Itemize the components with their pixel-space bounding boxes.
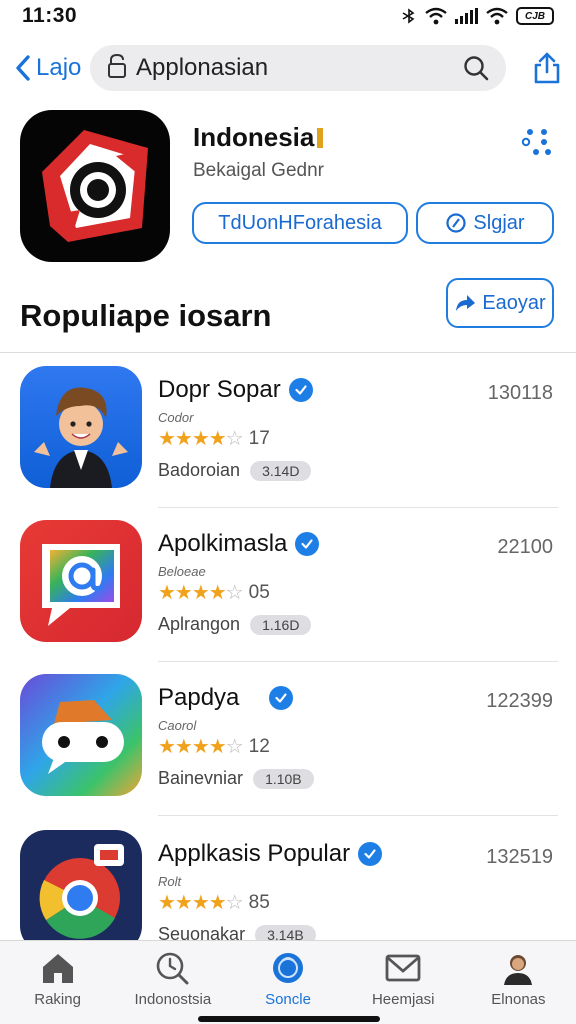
app-category-row: Badoroian 3.14D	[158, 460, 312, 481]
tab-raking[interactable]: Raking	[0, 941, 115, 1024]
app-subtitle: Bekaigal Gednr	[193, 160, 324, 181]
app-count: 132519	[486, 846, 553, 868]
app-rating: ★★★★☆ 85	[158, 890, 270, 915]
at-chat-app-icon	[20, 520, 142, 642]
tab-indonostsia[interactable]: Indonostsia	[115, 941, 230, 1024]
app-category: Badoroian	[158, 460, 241, 480]
primary-action-button[interactable]: TdUonHForahesia	[192, 202, 408, 244]
address-bar[interactable]: Applonasian	[90, 45, 506, 91]
star-rating-icon: ★★★★☆	[158, 428, 244, 450]
app-list-item[interactable]: Dopr Sopar 130118 Codor ★★★★☆ 17 Badoroi…	[0, 354, 576, 508]
app-list-item[interactable]: Apolkimasla 22100 Beloeae ★★★★☆ 05 Aplra…	[0, 508, 576, 662]
app-name: Dopr Sopar	[158, 376, 313, 404]
battery-icon: CJB	[516, 7, 554, 25]
app-name: Papdya	[158, 684, 294, 712]
verified-badge-icon	[269, 686, 294, 710]
robot-chat-app-icon	[20, 674, 142, 796]
section-action-label: Eaoyar	[482, 291, 546, 314]
back-button[interactable]: Lajo	[14, 54, 90, 82]
app-title: Indonesia	[193, 122, 324, 153]
size-badge: 1.16D	[250, 614, 312, 635]
status-icons: CJB	[401, 7, 554, 25]
nav-bar: Lajo Applonasian	[0, 44, 576, 92]
app-category-row: Aplrangon 1.16D	[158, 614, 312, 635]
tab-label: Soncle	[265, 991, 311, 1008]
row-divider	[158, 815, 558, 816]
mail-icon	[385, 954, 421, 982]
share-icon	[534, 52, 560, 84]
back-label: Lajo	[36, 54, 82, 81]
secondary-action-label: Slgjar	[473, 211, 525, 234]
signal-icon	[455, 8, 478, 24]
app-category-row: Bainevniar 1.10B	[158, 768, 314, 789]
secondary-action-button[interactable]: Slgjar	[416, 202, 554, 244]
globe-icon	[273, 953, 303, 983]
section-divider	[0, 352, 576, 353]
bluetooth-icon	[402, 8, 415, 24]
size-badge: 3.14D	[250, 460, 312, 481]
app-rating: ★★★★☆ 05	[158, 580, 270, 605]
size-badge: 1.10B	[253, 768, 314, 789]
rating-count: 85	[248, 891, 270, 913]
home-indicator	[198, 1016, 380, 1022]
app-rating: ★★★★☆ 12	[158, 734, 270, 759]
star-rating-icon: ★★★★☆	[158, 582, 244, 604]
forward-arrow-icon	[456, 295, 476, 311]
lock-icon	[106, 53, 128, 84]
search-icon[interactable]	[462, 54, 490, 82]
address-text: Applonasian	[136, 54, 269, 81]
verified-badge-icon	[288, 378, 313, 402]
tab-elnonas[interactable]: Elnonas	[461, 941, 576, 1024]
app-count: 122399	[486, 690, 553, 712]
verified-badge-icon	[295, 532, 320, 556]
camera-app-icon[interactable]	[20, 110, 170, 262]
app-developer: Codor	[158, 410, 194, 425]
app-name: Apolkimasla	[158, 530, 320, 558]
app-developer: Rolt	[158, 874, 182, 889]
tab-soncle[interactable]: Soncle	[230, 941, 345, 1024]
share-button[interactable]	[506, 51, 562, 85]
app-developer: Caorol	[158, 718, 197, 733]
app-count: 22100	[497, 536, 553, 558]
app-name: Applkasis Popular	[158, 840, 383, 868]
section-title: Ropuliape iosarn	[20, 298, 272, 333]
tab-label: Raking	[34, 991, 81, 1008]
star-rating-icon: ★★★★☆	[158, 736, 244, 758]
home-icon	[42, 954, 73, 983]
chevron-left-icon	[16, 55, 30, 81]
rating-count: 05	[248, 581, 270, 603]
rating-count: 17	[248, 427, 270, 449]
profile-icon	[504, 955, 533, 985]
app-list-item[interactable]: Papdya 122399 Caorol ★★★★☆ 12 Bainevniar…	[0, 662, 576, 816]
avatar-app-icon	[20, 366, 142, 488]
status-time: 11:30	[22, 4, 78, 27]
app-header: Indonesia Bekaigal Gednr TdUonHForahesia…	[0, 110, 576, 270]
app-count: 130118	[487, 382, 553, 404]
status-bar: 11:30 CJB	[0, 0, 576, 32]
tab-label: Heemjasi	[371, 991, 435, 1008]
rating-count: 12	[248, 735, 270, 757]
tab-heemjasi[interactable]: Heemjasi	[346, 941, 461, 1024]
wifi-icon-2	[486, 7, 508, 25]
section-action-button[interactable]: Eaoyar	[446, 278, 554, 328]
app-developer: Beloeae	[158, 564, 206, 579]
tab-bar: Raking Indonostsia Soncle Heemjasi Elnon…	[0, 940, 576, 1024]
tab-label: Indonostsia	[134, 991, 212, 1008]
search-clock-icon	[156, 952, 189, 985]
wifi-icon	[425, 7, 447, 25]
more-options-icon[interactable]	[516, 126, 556, 156]
compass-icon	[446, 213, 467, 233]
app-category: Aplrangon	[158, 614, 241, 634]
tab-label: Elnonas	[491, 991, 546, 1008]
app-rating: ★★★★☆ 17	[158, 426, 270, 451]
browser-app-icon	[20, 830, 142, 952]
verified-badge-icon	[358, 842, 383, 866]
primary-action-label: TdUonHForahesia	[218, 211, 382, 234]
app-category: Bainevniar	[158, 768, 244, 788]
star-rating-icon: ★★★★☆	[158, 892, 244, 914]
